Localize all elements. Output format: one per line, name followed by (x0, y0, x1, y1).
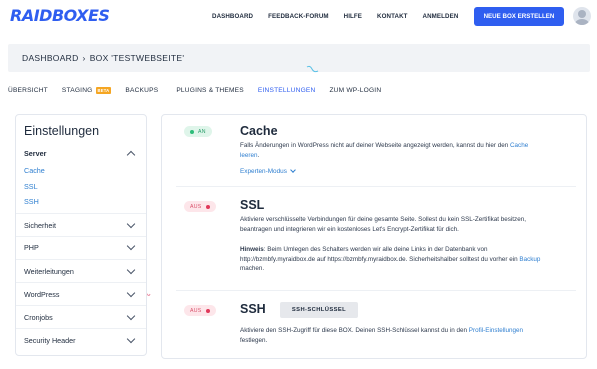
sidebar-item-cronjobs[interactable]: Cronjobs (24, 311, 138, 322)
sidebar-item-label: WordPress (24, 290, 60, 299)
sidebar-item-label: PHP (24, 243, 39, 252)
beta-badge: BETA (95, 87, 112, 94)
expert-mode-toggle[interactable]: Experten-Modus (240, 167, 296, 175)
raidboxes-logo[interactable]: RAIDBOXES (10, 6, 110, 25)
ssh-description: Aktiviere den SSH-Zugriff für diese BOX.… (240, 326, 545, 345)
chevron-down-icon (290, 167, 296, 173)
cache-toggle[interactable]: AN (184, 126, 212, 137)
hint-suffix: machen. (240, 265, 265, 273)
new-box-button[interactable]: NEUE BOX ERSTELLEN (474, 7, 564, 26)
toggle-label: AN (198, 128, 206, 135)
divider (16, 328, 146, 329)
ssl-toggle[interactable]: AUS (184, 201, 216, 212)
decorative-squiggle (306, 65, 319, 73)
status-dot-icon (205, 308, 210, 313)
chevron-down-icon (126, 288, 136, 298)
sidebar-item-label: Sicherheit (24, 221, 56, 230)
nav-anmelden[interactable]: ANMELDEN (423, 13, 459, 20)
sidebar-title: Einstellungen (24, 124, 100, 138)
chevron-down-icon (126, 311, 136, 321)
cache-description: Falls Änderungen in WordPress nicht auf … (240, 141, 545, 160)
tab-staging[interactable]: STAGING BETA (61, 87, 112, 94)
divider (176, 186, 576, 187)
chevron-down-icon (126, 265, 136, 275)
chevron-down-icon (126, 334, 136, 344)
backup-link[interactable]: Backup (519, 256, 540, 263)
expert-mode-label: Experten-Modus (240, 168, 287, 175)
divider (176, 290, 576, 291)
divider (16, 259, 146, 260)
divider (16, 236, 146, 237)
tab-wp-login[interactable]: ZUM WP-LOGIN (329, 87, 381, 94)
sidebar-subitem-ssl[interactable]: SSL (24, 182, 38, 191)
cache-desc-text: Falls Änderungen in WordPress nicht auf … (240, 142, 510, 149)
sidebar-item-weiterleitungen[interactable]: Weiterleitungen (24, 265, 138, 276)
sidebar-item-wordpress[interactable]: WordPress (24, 288, 138, 299)
ssh-toggle[interactable]: AUS (184, 305, 216, 316)
nav-hilfe[interactable]: HILFE (344, 13, 362, 20)
sidebar-item-label: Server (24, 149, 47, 158)
nav-feedback-forum[interactable]: FEEDBACK-FORUM (268, 13, 329, 20)
chevron-down-icon (126, 241, 136, 251)
sidebar-item-label: Cronjobs (24, 313, 53, 322)
divider (16, 213, 146, 214)
sidebar-item-sicherheit[interactable]: Sicherheit (24, 219, 138, 230)
hint-text: : Beim Umlegen des Schalters werden wir … (240, 246, 520, 263)
ssh-title: SSH (240, 302, 266, 316)
settings-sidebar: Einstellungen Server Cache SSL SSH Siche… (15, 114, 147, 356)
tab-label: ZUM WP-LOGIN (329, 87, 382, 94)
ssl-description: Aktiviere verschlüsselte Verbindungen fü… (240, 216, 526, 233)
sidebar-item-label: Weiterleitungen (24, 267, 74, 276)
breadcrumb: DASHBOARD › BOX 'TESTWEBSEITE' (22, 53, 184, 63)
toggle-label: AUS (190, 307, 202, 314)
tab-backups[interactable]: BACKUPS (125, 87, 158, 94)
user-avatar[interactable] (573, 7, 591, 25)
breadcrumb-root[interactable]: DASHBOARD (22, 53, 79, 63)
sidebar-item-server[interactable]: Server (24, 149, 138, 160)
nav-kontakt[interactable]: KONTAKT (377, 13, 408, 20)
sidebar-item-security-header[interactable]: Security Header (24, 334, 138, 345)
nav-dashboard[interactable]: DASHBOARD (212, 13, 253, 20)
tab-label: EINSTELLUNGEN (257, 87, 316, 94)
ssh-key-button[interactable]: SSH-SCHLÜSSEL (280, 302, 358, 318)
divider (16, 305, 146, 306)
cache-desc-suffix: . (257, 151, 260, 159)
settings-panel: AN Cache Falls Änderungen in WordPress n… (161, 114, 587, 359)
ssh-desc-text: Aktiviere den SSH-Zugriff für diese BOX.… (240, 327, 469, 334)
ssl-title: SSL (240, 198, 265, 212)
ssl-hint: Hinweis: Beim Umlegen des Schalters werd… (240, 245, 545, 274)
sidebar-subitem-ssh[interactable]: SSH (24, 197, 39, 206)
main-nav: DASHBOARD FEEDBACK-FORUM HILFE KONTAKT A… (212, 13, 473, 20)
tab-plugins-themes[interactable]: PLUGINS & THEMES (176, 87, 244, 94)
chevron-down-icon (126, 219, 136, 229)
breadcrumb-separator: › (82, 53, 86, 63)
tab-uebersicht[interactable]: ÜBERSICHT (8, 87, 48, 94)
sidebar-item-label: Security Header (24, 336, 76, 345)
sidebar-subitem-cache[interactable]: Cache (24, 166, 45, 175)
profile-settings-link[interactable]: Profil-Einstellungen (469, 327, 523, 334)
top-navigation-bar: RAIDBOXES DASHBOARD FEEDBACK-FORUM HILFE… (0, 0, 597, 34)
cache-title: Cache (240, 124, 278, 138)
box-tabs: ÜBERSICHT STAGING BETA BACKUPS PLUGINS & … (8, 87, 395, 94)
tab-label: STAGING (61, 87, 93, 94)
toggle-label: AUS (190, 203, 202, 210)
breadcrumb-current: BOX 'TESTWEBSEITE' (89, 53, 185, 63)
tab-label: ÜBERSICHT (8, 87, 48, 94)
sidebar-item-php[interactable]: PHP (24, 241, 138, 252)
divider (16, 282, 146, 283)
tab-einstellungen[interactable]: EINSTELLUNGEN (258, 87, 316, 94)
tab-label: BACKUPS (125, 87, 159, 94)
ssh-desc-suffix: festlegen. (240, 336, 268, 344)
status-dot-icon (190, 129, 194, 134)
tab-label: PLUGINS & THEMES (176, 87, 244, 94)
chevron-up-icon (126, 150, 136, 160)
hint-label: Hinweis (240, 246, 264, 253)
status-dot-icon (205, 204, 210, 209)
breadcrumb-bar: DASHBOARD › BOX 'TESTWEBSEITE' (8, 44, 590, 72)
